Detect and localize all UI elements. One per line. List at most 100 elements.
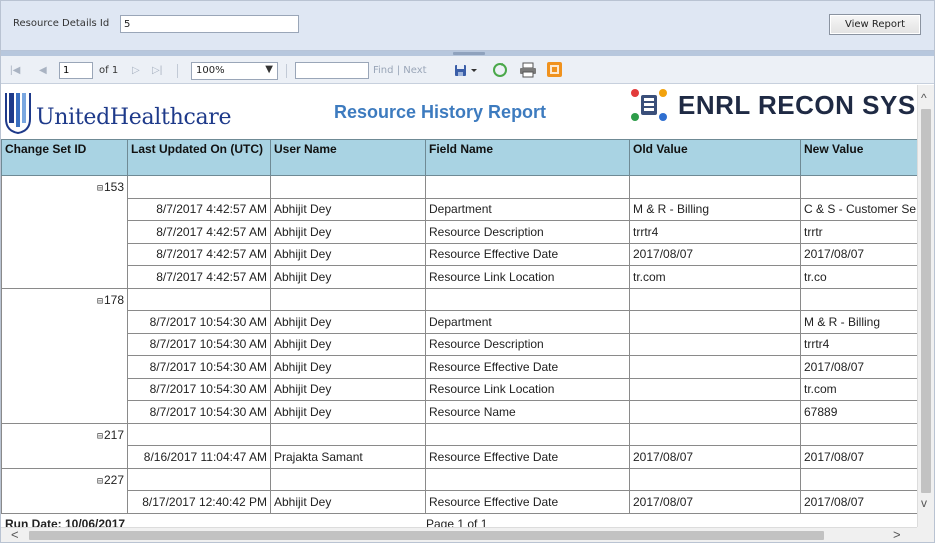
print-icon[interactable] bbox=[519, 62, 537, 78]
change-set-spacer-cell bbox=[1, 355, 128, 378]
old-value-cell: tr.com bbox=[629, 265, 801, 289]
table-row: 8/16/2017 11:04:47 AM Prajakta Samant Reso… bbox=[1, 445, 917, 469]
empty-cell bbox=[800, 287, 917, 311]
report-title: Resource History Report bbox=[334, 102, 547, 122]
next-link[interactable]: Next bbox=[403, 65, 426, 76]
toolbar-divider bbox=[177, 64, 178, 78]
user-name-cell: Abhijit Dey bbox=[270, 265, 426, 289]
column-header-last-updated: Last Updated On (UTC) bbox=[127, 139, 271, 176]
vertical-scrollbar[interactable]: ^ v bbox=[917, 85, 934, 529]
old-value-cell: 2017/08/07 bbox=[629, 490, 801, 514]
old-value-cell bbox=[629, 310, 801, 334]
user-name-cell: Abhijit Dey bbox=[270, 490, 426, 514]
new-value-cell: 2017/08/07 bbox=[800, 242, 917, 266]
field-name-cell: Resource Link Location bbox=[425, 377, 630, 401]
last-updated-cell: 8/17/2017 12:40:42 PM bbox=[127, 490, 271, 514]
last-updated-cell: 8/7/2017 10:54:30 AM bbox=[127, 332, 271, 356]
table-row: 8/7/2017 4:42:57 AM Abhijit Dey Resource E… bbox=[1, 242, 917, 266]
empty-cell bbox=[425, 422, 630, 446]
last-page-icon[interactable]: ▷| bbox=[152, 65, 162, 76]
find-next-links: Find | Next bbox=[373, 65, 427, 76]
toolbar-divider bbox=[286, 64, 287, 78]
empty-cell bbox=[629, 467, 801, 491]
collapse-toggle-icon[interactable]: ⊟ bbox=[97, 296, 103, 307]
scroll-down-icon[interactable]: v bbox=[921, 496, 927, 510]
table-header-row: Change Set ID Last Updated On (UTC) User… bbox=[1, 139, 917, 176]
enrl-recon-logo: ENRL RECON SYS bbox=[627, 85, 917, 127]
table-row: 8/7/2017 4:42:57 AM Abhijit Dey Department… bbox=[1, 197, 917, 221]
user-name-cell: Abhijit Dey bbox=[270, 400, 426, 424]
change-set-id-cell: ⊟217 bbox=[1, 422, 128, 446]
column-header-change-set-id: Change Set ID bbox=[1, 139, 128, 176]
user-name-cell: Abhijit Dey bbox=[270, 355, 426, 379]
old-value-cell bbox=[629, 332, 801, 356]
empty-cell bbox=[270, 287, 426, 311]
column-header-old-value: Old Value bbox=[629, 139, 801, 176]
column-header-new-value: New Value bbox=[800, 139, 917, 176]
enrl-recon-emblem-icon bbox=[631, 89, 667, 121]
enrl-logo-text: ENRL RECON SYS bbox=[678, 90, 916, 120]
view-report-button[interactable]: View Report bbox=[829, 14, 921, 35]
change-set-spacer-cell bbox=[1, 445, 128, 469]
uhc-logo-text: UnitedHealthcare bbox=[36, 105, 232, 130]
field-name-cell: Resource Name bbox=[425, 400, 630, 424]
previous-page-icon[interactable]: ◀ bbox=[39, 65, 47, 76]
change-set-id-cell: ⊟153 bbox=[1, 175, 128, 198]
new-value-cell: trrtr4 bbox=[800, 332, 917, 356]
old-value-cell: trrtr4 bbox=[629, 220, 801, 244]
last-updated-cell: 8/7/2017 10:54:30 AM bbox=[127, 355, 271, 379]
scroll-up-icon[interactable]: ^ bbox=[921, 91, 927, 105]
group-header-row: ⊟217 bbox=[1, 422, 917, 446]
new-value-cell: tr.co bbox=[800, 265, 917, 289]
field-name-cell: Resource Description bbox=[425, 220, 630, 244]
table-row: 8/7/2017 10:54:30 AM Abhijit Dey Departmen… bbox=[1, 310, 917, 334]
export-icon[interactable] bbox=[453, 62, 479, 78]
user-name-cell: Abhijit Dey bbox=[270, 197, 426, 221]
collapse-toggle-icon[interactable]: ⊟ bbox=[97, 431, 103, 442]
change-set-spacer-cell bbox=[1, 400, 128, 424]
report-toolbar: |◀ ◀ of 1 ▷ ▷| 100% ▼ Find | Next bbox=[1, 56, 934, 84]
splitter-grip[interactable] bbox=[453, 52, 485, 55]
change-set-spacer-cell bbox=[1, 220, 128, 243]
empty-cell bbox=[270, 175, 426, 199]
empty-cell bbox=[425, 175, 630, 199]
scroll-right-icon[interactable]: > bbox=[893, 527, 901, 542]
chevron-down-icon: ▼ bbox=[265, 64, 273, 75]
column-header-user-name: User Name bbox=[270, 139, 426, 176]
empty-cell bbox=[800, 467, 917, 491]
first-page-icon[interactable]: |◀ bbox=[10, 65, 20, 76]
table-row: 8/7/2017 10:54:30 AM Abhijit Dey Resource … bbox=[1, 400, 917, 424]
new-value-cell: 2017/08/07 bbox=[800, 490, 917, 514]
table-row: 8/17/2017 12:40:42 PM Abhijit Dey Resource… bbox=[1, 490, 917, 514]
change-set-spacer-cell bbox=[1, 265, 128, 289]
zoom-select[interactable]: 100% ▼ bbox=[191, 62, 278, 80]
last-updated-cell: 8/7/2017 10:54:30 AM bbox=[127, 377, 271, 401]
empty-cell bbox=[629, 287, 801, 311]
last-updated-cell: 8/16/2017 11:04:47 AM bbox=[127, 445, 271, 469]
refresh-icon[interactable] bbox=[492, 62, 508, 78]
vertical-scroll-thumb[interactable] bbox=[921, 109, 931, 493]
scroll-left-icon[interactable]: < bbox=[11, 527, 19, 542]
last-updated-cell: 8/7/2017 4:42:57 AM bbox=[127, 242, 271, 266]
empty-cell bbox=[127, 467, 271, 491]
collapse-toggle-icon[interactable]: ⊟ bbox=[97, 476, 103, 487]
find-input[interactable] bbox=[295, 62, 369, 79]
next-page-icon[interactable]: ▷ bbox=[132, 65, 140, 76]
new-value-cell: trrtr bbox=[800, 220, 917, 244]
user-name-cell: Abhijit Dey bbox=[270, 310, 426, 334]
horizontal-scrollbar[interactable]: < > bbox=[1, 527, 917, 542]
new-value-cell: 2017/08/07 bbox=[800, 445, 917, 469]
atom-feed-icon[interactable] bbox=[547, 62, 562, 77]
empty-cell bbox=[270, 467, 426, 491]
table-row: 8/7/2017 10:54:30 AM Abhijit Dey Resource … bbox=[1, 332, 917, 356]
resource-details-input[interactable] bbox=[120, 15, 299, 33]
find-link[interactable]: Find bbox=[373, 65, 394, 76]
current-page-input[interactable] bbox=[59, 62, 93, 79]
change-set-id-cell: ⊟227 bbox=[1, 467, 128, 491]
empty-cell bbox=[629, 422, 801, 446]
empty-cell bbox=[800, 175, 917, 199]
horizontal-scroll-thumb[interactable] bbox=[29, 531, 824, 540]
collapse-toggle-icon[interactable]: ⊟ bbox=[97, 183, 103, 194]
empty-cell bbox=[127, 422, 271, 446]
last-updated-cell: 8/7/2017 10:54:30 AM bbox=[127, 400, 271, 424]
